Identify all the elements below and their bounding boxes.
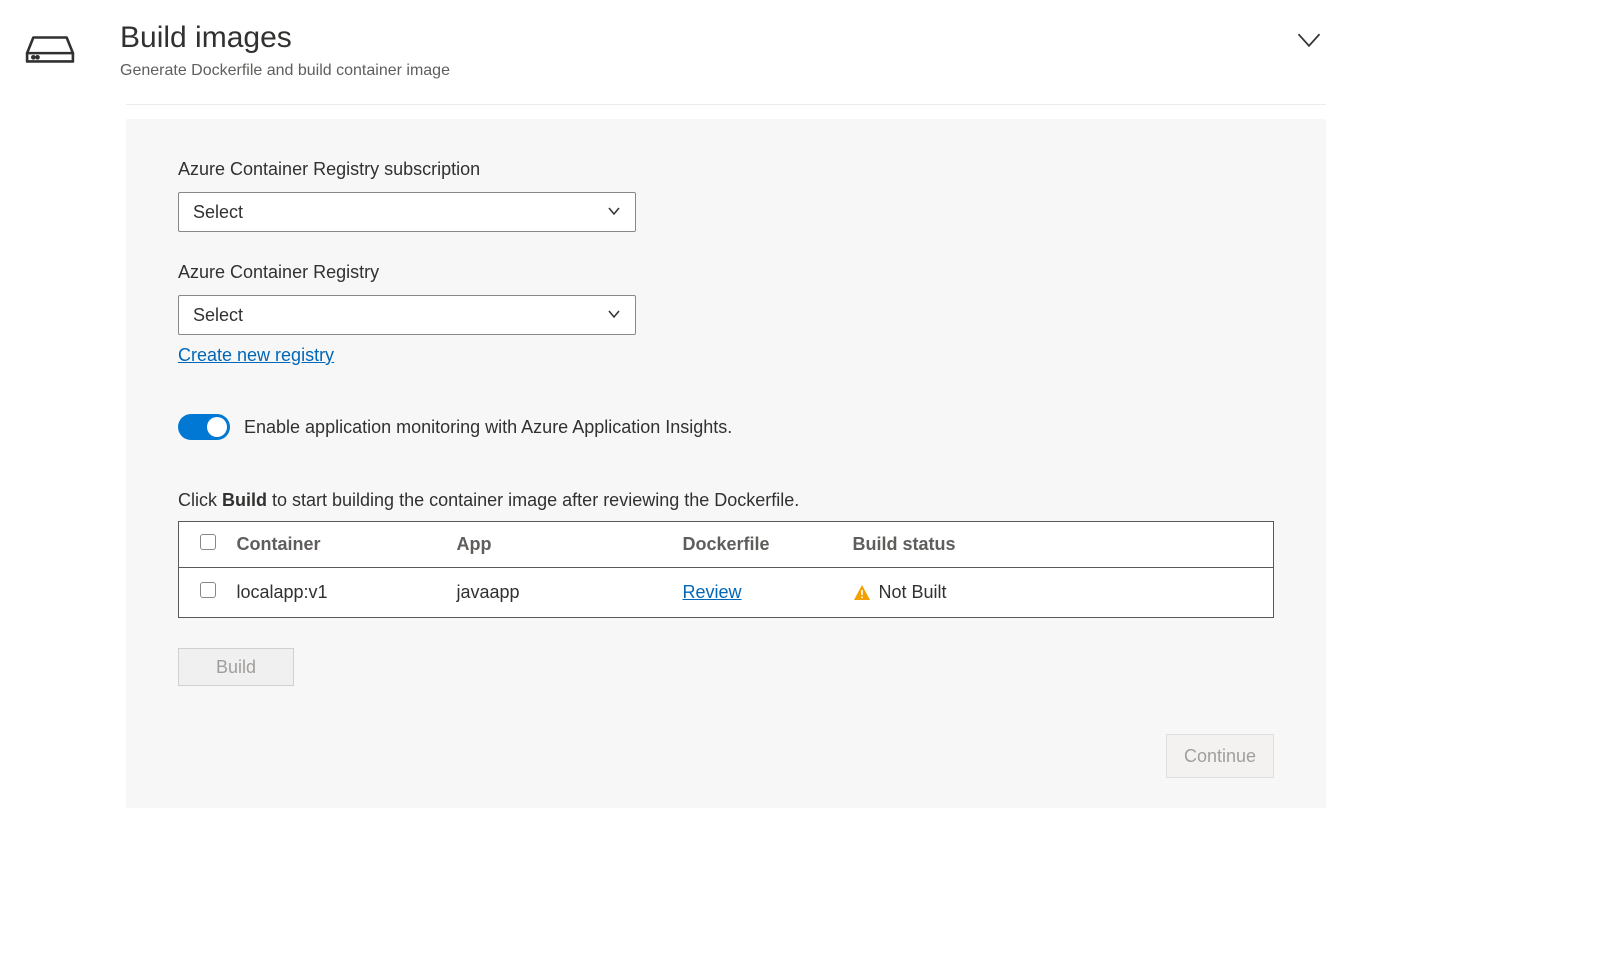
warning-icon — [853, 584, 871, 602]
page-title: Build images — [120, 20, 1289, 56]
row-checkbox[interactable] — [200, 582, 216, 598]
header-divider — [126, 104, 1326, 105]
col-container: Container — [237, 522, 457, 568]
cell-app: javaapp — [457, 568, 683, 618]
status-text: Not Built — [879, 582, 947, 603]
subscription-label: Azure Container Registry subscription — [178, 159, 1274, 180]
registry-label: Azure Container Registry — [178, 262, 1274, 283]
subscription-select-value: Select — [193, 202, 243, 223]
cell-status: Not Built — [853, 582, 1264, 603]
subscription-select[interactable]: Select — [178, 192, 636, 232]
chevron-down-icon — [607, 305, 621, 326]
col-dockerfile: Dockerfile — [683, 522, 853, 568]
collapse-button[interactable] — [1289, 20, 1329, 60]
page-subtitle: Generate Dockerfile and build container … — [120, 62, 1289, 80]
cell-container: localapp:v1 — [237, 568, 457, 618]
registry-select[interactable]: Select — [178, 295, 636, 335]
select-all-checkbox[interactable] — [200, 534, 216, 550]
chevron-down-icon — [607, 202, 621, 223]
table-row: localapp:v1 javaapp Review Not Built — [179, 568, 1274, 618]
col-status: Build status — [853, 522, 1274, 568]
table-header-row: Container App Dockerfile Build status — [179, 522, 1274, 568]
review-dockerfile-link[interactable]: Review — [683, 582, 742, 602]
build-button[interactable]: Build — [178, 648, 294, 686]
col-app: App — [457, 522, 683, 568]
registry-select-value: Select — [193, 305, 243, 326]
toggle-knob — [207, 417, 227, 437]
images-table: Container App Dockerfile Build status lo… — [178, 521, 1274, 618]
form-panel: Azure Container Registry subscription Se… — [126, 119, 1326, 808]
monitoring-toggle[interactable] — [178, 414, 230, 440]
build-instruction: Click Build to start building the contai… — [178, 490, 1274, 511]
create-registry-link[interactable]: Create new registry — [178, 345, 334, 366]
continue-button[interactable]: Continue — [1166, 734, 1274, 778]
monitoring-toggle-label: Enable application monitoring with Azure… — [244, 417, 732, 438]
storage-icon — [20, 20, 80, 80]
